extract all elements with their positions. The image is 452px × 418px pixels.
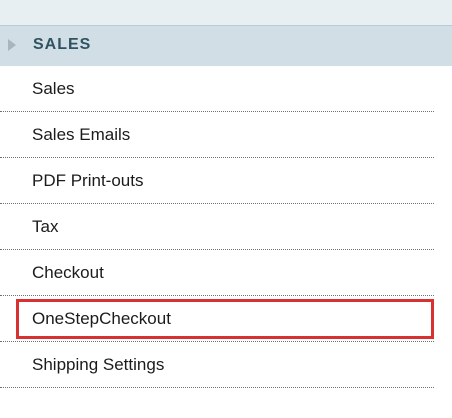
nav-item-onestepcheckout[interactable]: OneStepCheckout	[0, 296, 434, 342]
top-strip	[0, 0, 452, 25]
section-header-sales[interactable]: SALES	[0, 25, 452, 66]
triangle-right-icon	[8, 39, 16, 51]
nav-item-sales[interactable]: Sales	[0, 66, 434, 112]
nav-item-tax[interactable]: Tax	[0, 204, 434, 250]
sales-nav-list: Sales Sales Emails PDF Print-outs Tax Ch…	[0, 66, 452, 388]
nav-item-checkout[interactable]: Checkout	[0, 250, 434, 296]
section-title: SALES	[33, 36, 92, 53]
nav-item-pdf-print-outs[interactable]: PDF Print-outs	[0, 158, 434, 204]
nav-item-shipping-settings[interactable]: Shipping Settings	[0, 342, 434, 388]
nav-item-sales-emails[interactable]: Sales Emails	[0, 112, 434, 158]
